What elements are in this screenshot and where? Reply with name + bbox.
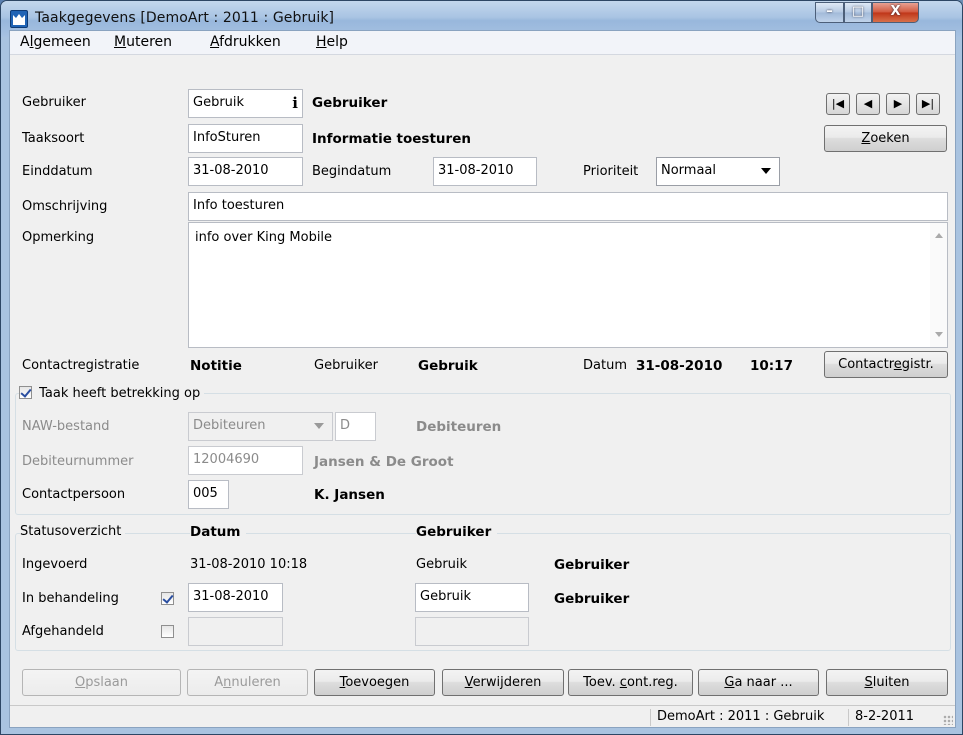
previous-record-button[interactable]: ◀ [856,93,880,115]
betrekking-header: Taak heeft betrekking op [19,384,205,402]
next-record-button[interactable]: ▶ [886,93,910,115]
menu-algemeen[interactable]: Algemeen [20,34,91,50]
annuleren-button[interactable]: Annuleren [187,669,308,696]
ingevoerd-naam: Gebruiker [554,557,630,573]
einddatum-input[interactable]: 31-08-2010 [188,157,303,186]
behandeling-label: In behandeling [22,591,119,606]
behandeling-gebruiker-input[interactable]: Gebruik [415,583,529,612]
status-bar: DemoArt : 2011 : Gebruik 8-2-2011 [10,705,955,727]
contact-gebruiker-label: Gebruiker [314,358,378,373]
afgehandeld-gebruiker-input [415,617,529,646]
contactpersoon-label: Contactpersoon [22,487,126,502]
minimize-icon: – [826,4,833,19]
ingevoerd-label: Ingevoerd [22,557,88,572]
gebruiker-input[interactable]: Gebruik i [188,89,303,118]
naw-code-input: D [335,412,376,441]
taaksoort-input[interactable]: InfoSturen [188,124,303,153]
gebruiker-name: Gebruiker [312,95,388,111]
task-details-window: Taakgegevens [DemoArt : 2011 : Gebruik] … [0,0,963,735]
opmerking-textarea[interactable]: info over King Mobile [188,222,948,348]
contact-datum-label: Datum [583,358,627,373]
contactpersoon-input[interactable]: 005 [188,480,229,509]
opslaan-button[interactable]: Opslaan [22,669,181,696]
zoeken-button[interactable]: Zoeken [824,125,947,152]
opmerking-label: Opmerking [22,230,95,245]
behandeling-datum-input[interactable]: 31-08-2010 [188,583,283,612]
menu-muteren[interactable]: Muteren [114,34,172,50]
contactpersoon-name: K. Jansen [314,487,385,503]
chevron-down-icon [314,423,324,429]
opmerking-scrollbar[interactable] [930,223,947,347]
close-button[interactable]: X [872,2,919,23]
contact-type-value: Notitie [190,358,242,374]
status-gebruiker-header: Gebruiker [416,524,498,540]
taaksoort-name: Informatie toesturen [312,131,471,147]
contact-tijd-value: 10:17 [750,358,793,374]
contactregistratie-label: Contactregistratie [22,358,140,373]
verwijderen-button[interactable]: Verwijderen [442,669,564,696]
scroll-down-icon[interactable] [935,332,943,337]
ingevoerd-gebruiker: Gebruik [416,557,468,572]
client-area: Algemeen Muteren Afdrukken Help Gebruike… [9,30,956,728]
chevron-down-icon [761,168,771,174]
debiteurnummer-label: Debiteurnummer [22,454,134,469]
begindatum-input[interactable]: 31-08-2010 [433,157,537,186]
betrekking-checkbox-label[interactable]: Taak heeft betrekking op [39,386,200,401]
betrekking-groupbox [15,393,951,515]
info-icon[interactable]: i [292,94,298,112]
sluiten-button[interactable]: Sluiten [826,669,948,696]
first-record-button[interactable]: |◀ [826,93,850,115]
begindatum-label: Begindatum [312,164,392,179]
menu-afdrukken[interactable]: Afdrukken [210,34,281,50]
scroll-up-icon[interactable] [935,233,943,238]
maximize-button[interactable]: □ [844,2,872,23]
menu-help[interactable]: Help [316,34,348,50]
statusoverzicht-label: Statusoverzicht [20,524,126,539]
naw-bestand-name: Debiteuren [416,419,502,435]
afgehandeld-label: Afgehandeld [22,624,104,639]
behandeling-checkbox[interactable] [161,592,174,605]
minimize-button[interactable]: – [815,2,844,23]
toevoegen-button[interactable]: Toevoegen [314,669,435,696]
betrekking-checkbox[interactable] [19,386,32,399]
prioriteit-select[interactable]: Normaal [656,157,780,186]
contactregistr-button[interactable]: Contactregistr. [824,351,948,378]
app-crown-icon [10,10,28,28]
last-record-button[interactable]: ▶| [916,93,940,115]
behandeling-naam: Gebruiker [554,591,630,607]
afgehandeld-checkbox[interactable] [161,625,174,638]
naw-bestand-label: NAW-bestand [22,419,110,434]
contact-gebruiker-value: Gebruik [418,358,478,374]
ingevoerd-datum: 31-08-2010 10:18 [190,557,308,572]
status-context: DemoArt : 2011 : Gebruik [650,709,824,726]
status-date: 8-2-2011 [848,709,914,726]
contact-datum-value: 31-08-2010 [636,358,723,374]
gebruiker-label: Gebruiker [22,95,86,110]
resize-grip-icon[interactable] [943,715,953,725]
naw-bestand-select: Debiteuren [188,412,333,441]
ga-naar-button[interactable]: Ga naar ... [698,669,819,696]
omschrijving-label: Omschrijving [22,199,108,214]
menu-bar: Algemeen Muteren Afdrukken Help [10,31,955,55]
einddatum-label: Einddatum [22,164,93,179]
debiteur-name: Jansen & De Groot [314,454,454,470]
debiteurnummer-input: 12004690 [188,446,303,475]
omschrijving-input[interactable]: Info toesturen [188,192,948,221]
maximize-icon: □ [851,4,865,19]
prioriteit-label: Prioriteit [583,164,639,179]
close-icon: X [890,4,901,19]
toev-contreg-button[interactable]: Toev. cont.reg. [568,669,693,696]
window-title: Taakgegevens [DemoArt : 2011 : Gebruik] [35,10,335,26]
status-datum-header: Datum [190,524,247,540]
taaksoort-label: Taaksoort [22,131,85,146]
afgehandeld-datum-input [188,617,283,646]
